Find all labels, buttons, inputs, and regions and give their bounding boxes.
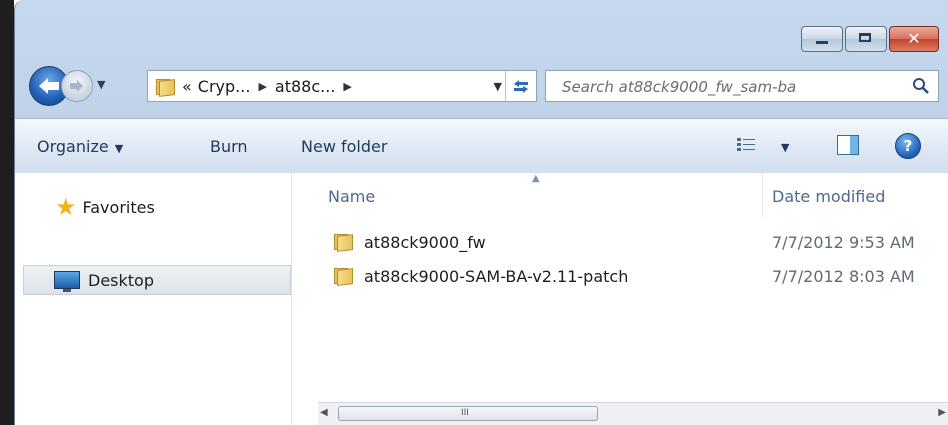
file-name: at88ck9000_fw xyxy=(364,233,486,252)
change-view-icon[interactable] xyxy=(737,137,755,153)
scroll-right-icon[interactable]: ▶ xyxy=(938,407,946,418)
sidebar-item-favorites[interactable]: ★ Favorites xyxy=(55,195,155,219)
desktop-icon xyxy=(54,271,80,292)
search-box[interactable] xyxy=(545,70,939,103)
column-header-date-modified[interactable]: Date modified xyxy=(772,187,885,206)
forward-button[interactable] xyxy=(61,70,93,102)
column-divider[interactable] xyxy=(762,173,763,217)
breadcrumb-chevron-icon[interactable]: ▶ xyxy=(343,80,351,93)
star-icon: ★ xyxy=(55,193,77,221)
folder-icon xyxy=(154,78,175,97)
forward-arrow-icon xyxy=(70,80,83,92)
recent-pages-dropdown[interactable]: ▼ xyxy=(97,78,105,91)
maximize-icon xyxy=(859,33,871,42)
breadcrumb-item-at88c[interactable]: at88c... xyxy=(275,77,336,96)
chevron-down-icon: ▼ xyxy=(114,142,124,155)
file-name: at88ck9000-SAM-BA-v2.11-patch xyxy=(364,267,629,286)
breadcrumb-prefix[interactable]: « xyxy=(182,77,192,96)
scrollbar-grip: III xyxy=(461,408,469,418)
burn-button[interactable]: Burn xyxy=(210,137,248,156)
scroll-left-icon[interactable]: ◀ xyxy=(320,407,328,418)
close-icon: ✕ xyxy=(907,29,921,48)
sort-ascending-icon: ▲ xyxy=(532,173,540,184)
back-arrow-icon xyxy=(39,78,59,94)
sidebar-item-label: Favorites xyxy=(82,197,155,217)
desktop-background xyxy=(0,0,14,425)
help-icon[interactable]: ? xyxy=(895,133,921,159)
organize-button[interactable]: Organize ▼ xyxy=(37,137,123,156)
explorer-window: ✕ ▼ « Cryp... ▶ at88c... ▶ ▼ Search at88… xyxy=(14,0,948,425)
content-area: ★ Favorites Desktop ▲ Name Date modified… xyxy=(15,173,948,425)
maximize-button[interactable] xyxy=(845,26,887,52)
title-bar: ✕ xyxy=(15,0,948,60)
breadcrumb-chevron-icon[interactable]: ▶ xyxy=(258,80,266,93)
view-options-dropdown-icon[interactable]: ▼ xyxy=(781,141,789,154)
command-bar: Organize ▼ Burn New folder ▼ ? xyxy=(15,118,948,174)
new-folder-button[interactable]: New folder xyxy=(301,137,387,156)
address-dropdown-icon[interactable]: ▼ xyxy=(494,80,502,93)
refresh-icon xyxy=(514,80,528,93)
minimize-icon xyxy=(816,41,828,44)
minimize-button[interactable] xyxy=(801,26,843,52)
address-bar[interactable]: « Cryp... ▶ at88c... ▶ ▼ xyxy=(147,70,537,102)
explorer-screen: ✕ ▼ « Cryp... ▶ at88c... ▶ ▼ Search at88… xyxy=(0,0,948,425)
organize-label: Organize xyxy=(37,137,109,156)
file-date: 7/7/2012 8:03 AM xyxy=(772,267,915,286)
navigation-pane: ★ Favorites Desktop xyxy=(15,173,292,425)
horizontal-scrollbar[interactable]: ◀ III ▶ xyxy=(318,402,948,425)
file-date: 7/7/2012 9:53 AM xyxy=(772,233,915,252)
window-controls: ✕ xyxy=(799,26,939,52)
search-input[interactable] xyxy=(560,71,904,103)
refresh-button[interactable] xyxy=(505,71,536,101)
breadcrumb-item-cryp[interactable]: Cryp... xyxy=(198,77,251,96)
folder-icon xyxy=(332,267,353,286)
preview-pane-icon[interactable] xyxy=(837,135,859,155)
close-button[interactable]: ✕ xyxy=(889,26,939,52)
file-row[interactable]: at88ck9000_fw 7/7/2012 9:53 AM xyxy=(292,229,948,259)
search-icon[interactable] xyxy=(912,77,930,95)
navigation-bar: ▼ « Cryp... ▶ at88c... ▶ ▼ xyxy=(15,64,948,106)
column-header-name[interactable]: Name xyxy=(328,187,375,206)
sidebar-item-desktop[interactable]: Desktop xyxy=(23,265,291,295)
file-list: ▲ Name Date modified at88ck9000_fw 7/7/2… xyxy=(292,173,948,425)
scrollbar-thumb[interactable]: III xyxy=(338,406,598,421)
file-row[interactable]: at88ck9000-SAM-BA-v2.11-patch 7/7/2012 8… xyxy=(292,263,948,293)
folder-icon xyxy=(332,233,353,252)
sidebar-item-label: Desktop xyxy=(88,270,154,290)
